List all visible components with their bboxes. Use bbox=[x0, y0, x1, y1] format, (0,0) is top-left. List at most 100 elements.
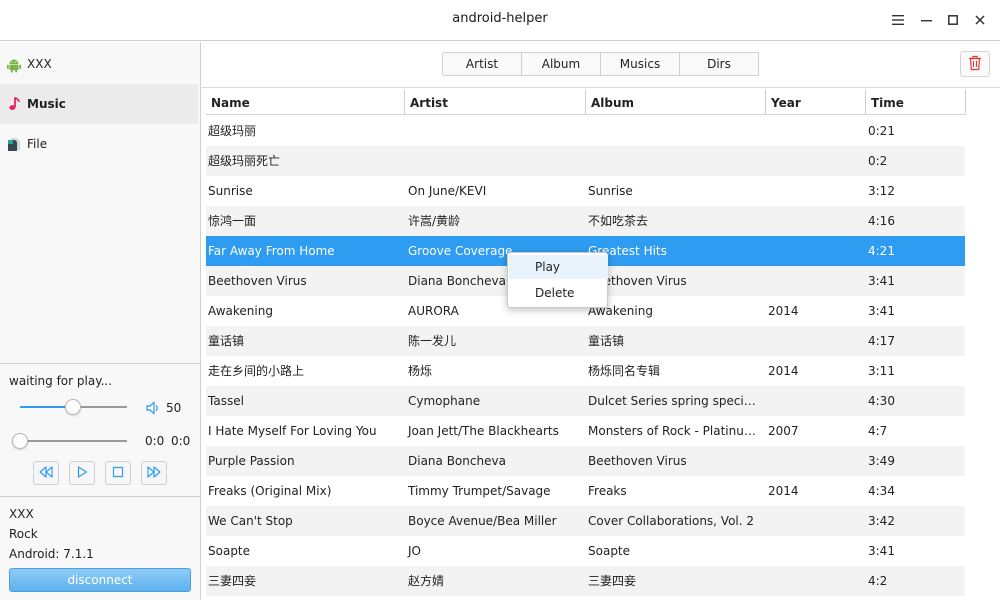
table-row[interactable]: We Can't Stop Boyce Avenue/Bea Miller Cove… bbox=[206, 506, 965, 536]
column-header-album[interactable]: Album bbox=[586, 90, 766, 115]
cell-album: Beethoven Virus bbox=[588, 274, 687, 288]
cell-artist: JO bbox=[408, 544, 421, 558]
table-row[interactable]: Purple Passion Diana Boncheva Beethoven Vi… bbox=[206, 446, 965, 476]
cell-album: Monsters of Rock - Platinum E… bbox=[588, 424, 762, 438]
tab-artist[interactable]: Artist bbox=[442, 52, 522, 76]
play-button[interactable] bbox=[69, 461, 95, 485]
music-note-icon bbox=[6, 96, 22, 112]
table-row[interactable]: 三妻四妾 赵方婧 三妻四妾 4:2 bbox=[206, 566, 965, 596]
table-row[interactable]: 童话镇 陈一发儿 童话镇 4:17 bbox=[206, 326, 965, 356]
cell-album: 三妻四妾 bbox=[588, 574, 637, 588]
table-row[interactable]: Soapte JO Soapte 3:41 bbox=[206, 536, 965, 566]
cell-name: 三妻四妾 bbox=[208, 574, 257, 588]
cell-name: Awakening bbox=[208, 304, 273, 318]
cell-time: 3:41 bbox=[868, 544, 895, 558]
cell-album: Cover Collaborations, Vol. 2 bbox=[588, 514, 755, 528]
cell-name: 超级玛丽 bbox=[208, 124, 257, 138]
cell-name: Beethoven Virus bbox=[208, 274, 307, 288]
cell-name: 走在乡间的小路上 bbox=[208, 364, 305, 378]
fast-forward-button[interactable] bbox=[141, 461, 167, 485]
cell-name: Purple Passion bbox=[208, 454, 295, 468]
context-menu-play[interactable]: Play bbox=[509, 255, 608, 279]
cell-artist: Diana Boncheva bbox=[408, 454, 506, 468]
cell-time: 3:12 bbox=[868, 184, 895, 198]
cell-name: I Hate Myself For Loving You bbox=[208, 424, 377, 438]
cell-album: 不如吃茶去 bbox=[588, 214, 649, 228]
table-row[interactable]: I Hate Myself For Loving You Joan Jett/Th… bbox=[206, 416, 965, 446]
cell-year bbox=[766, 176, 862, 206]
cell-album: 杨烁同名专辑 bbox=[588, 364, 661, 378]
cell-artist: Timmy Trumpet/Savage bbox=[408, 484, 551, 498]
cell-year bbox=[766, 266, 862, 296]
cell-time: 3:41 bbox=[868, 274, 895, 288]
sidebar-item-device[interactable]: XXX bbox=[0, 44, 198, 84]
toolbar-divider bbox=[202, 87, 1000, 88]
stop-button[interactable] bbox=[105, 461, 131, 485]
volume-icon[interactable] bbox=[145, 400, 161, 419]
cell-year bbox=[766, 236, 862, 266]
table-row[interactable]: 走在乡间的小路上 杨烁 杨烁同名专辑 2014 3:11 bbox=[206, 356, 965, 386]
rewind-button[interactable] bbox=[33, 461, 59, 485]
table-row[interactable]: Tassel Cymophane Dulcet Series spring spec… bbox=[206, 386, 965, 416]
cell-album bbox=[586, 116, 762, 146]
android-icon bbox=[6, 57, 22, 73]
cell-artist: Boyce Avenue/Bea Miller bbox=[408, 514, 557, 528]
device-name: XXX bbox=[9, 507, 34, 521]
position-slider-handle[interactable] bbox=[12, 433, 28, 449]
disconnect-button[interactable]: disconnect bbox=[9, 568, 191, 592]
cell-name: We Can't Stop bbox=[208, 514, 293, 528]
cell-album: 童话镇 bbox=[588, 334, 625, 348]
column-header-year[interactable]: Year bbox=[766, 90, 866, 115]
cell-time: 0:2 bbox=[868, 154, 888, 168]
cell-year bbox=[766, 446, 862, 476]
tab-musics[interactable]: Musics bbox=[600, 52, 680, 76]
table-row[interactable]: Sunrise On June/KEVI Sunrise 3:12 bbox=[206, 176, 965, 206]
delete-button[interactable] bbox=[960, 51, 990, 77]
cell-name: 超级玛丽死亡 bbox=[208, 154, 281, 168]
fast-forward-icon bbox=[147, 465, 161, 481]
cell-album bbox=[586, 146, 762, 176]
tab-dirs[interactable]: Dirs bbox=[679, 52, 759, 76]
cell-year bbox=[766, 146, 862, 176]
sidebar-item-file[interactable]: File bbox=[0, 124, 198, 164]
cell-time: 0:21 bbox=[868, 124, 895, 138]
table-row[interactable]: 惊鸿一面 许嵩/黄龄 不如吃茶去 4:16 bbox=[206, 206, 965, 236]
hamburger-icon[interactable] bbox=[890, 11, 906, 29]
minimize-icon[interactable] bbox=[918, 11, 934, 29]
cell-name: Freaks (Original Mix) bbox=[208, 484, 332, 498]
close-icon[interactable] bbox=[972, 11, 988, 29]
device-info-panel: XXX Rock Android: 7.1.1 disconnect bbox=[0, 496, 200, 600]
maximize-icon[interactable] bbox=[945, 11, 961, 29]
android-version: Android: 7.1.1 bbox=[9, 547, 94, 561]
cell-time: 4:21 bbox=[868, 244, 895, 258]
cell-album: Beethoven Virus bbox=[588, 454, 687, 468]
table-row[interactable]: Freaks (Original Mix) Timmy Trumpet/Savag… bbox=[206, 476, 965, 506]
player-status: waiting for play... bbox=[9, 374, 113, 388]
cell-artist: Joan Jett/The Blackhearts bbox=[408, 424, 559, 438]
sidebar-item-label: Music bbox=[27, 97, 66, 111]
context-menu-delete[interactable]: Delete bbox=[509, 281, 608, 305]
cell-artist: 赵方婧 bbox=[408, 574, 445, 588]
table-row[interactable]: 超级玛丽死亡 0:2 bbox=[206, 146, 965, 176]
cell-year: 2014 bbox=[768, 304, 799, 318]
column-header-time[interactable]: Time bbox=[866, 90, 965, 115]
cell-album: Soapte bbox=[588, 544, 631, 558]
cell-name: Soapte bbox=[208, 544, 251, 558]
file-icon bbox=[6, 136, 22, 152]
player-panel: waiting for play... 50 0:0 0:0 bbox=[0, 363, 200, 496]
volume-slider-handle[interactable] bbox=[65, 399, 81, 415]
sidebar-item-music[interactable]: Music bbox=[0, 84, 198, 124]
tab-album[interactable]: Album bbox=[521, 52, 601, 76]
view-tabs: Artist Album Musics Dirs bbox=[442, 52, 759, 76]
table-row[interactable]: 超级玛丽 0:21 bbox=[206, 116, 965, 146]
cell-year bbox=[766, 326, 862, 356]
cell-name: Far Away From Home bbox=[208, 244, 335, 258]
cell-year bbox=[766, 506, 862, 536]
cell-year: 2007 bbox=[768, 424, 799, 438]
cell-artist: 陈一发儿 bbox=[408, 334, 457, 348]
column-header-name[interactable]: Name bbox=[206, 90, 404, 115]
sidebar: XXX Music File waiting for play... 50 0:… bbox=[0, 42, 201, 600]
cell-album: Sunrise bbox=[588, 184, 633, 198]
column-header-artist[interactable]: Artist bbox=[405, 90, 585, 115]
stop-icon bbox=[112, 466, 124, 481]
